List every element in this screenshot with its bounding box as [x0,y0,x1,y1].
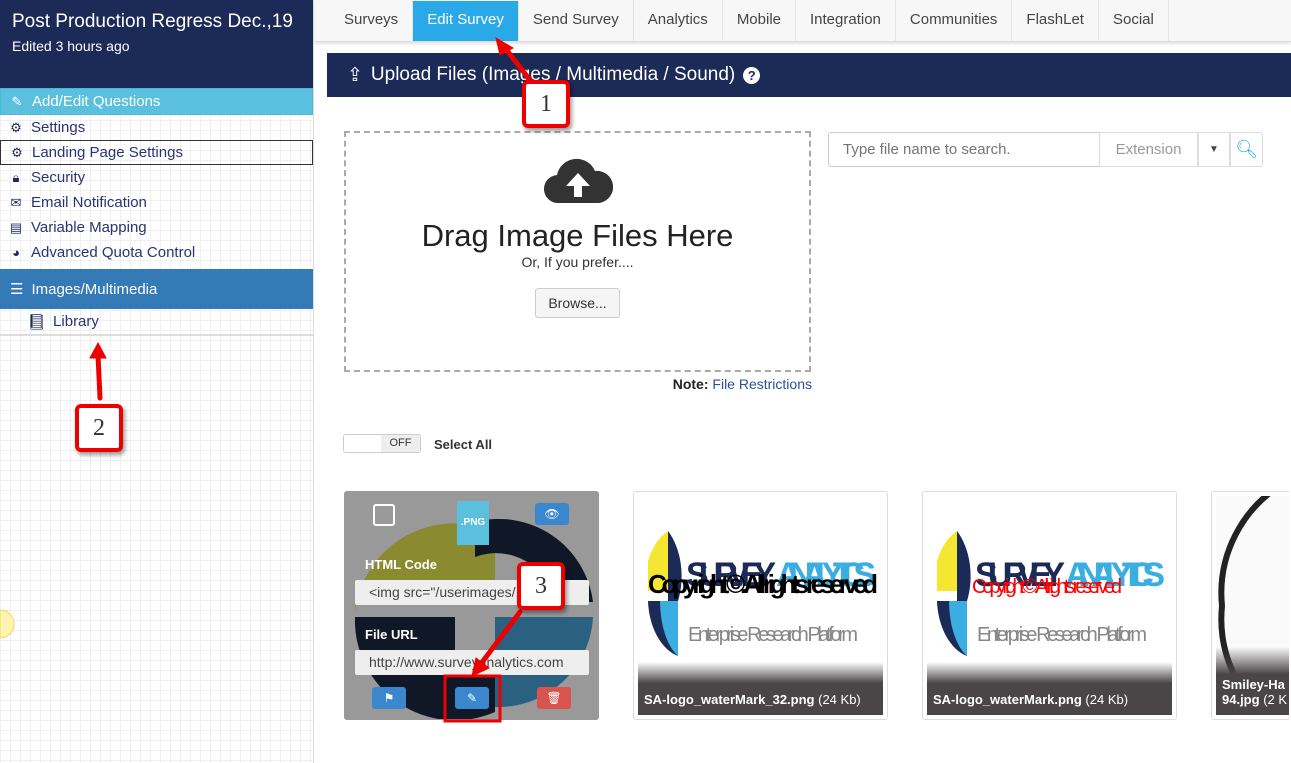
callout-3: 3 [517,562,565,610]
tab-integration[interactable]: Integration [796,0,896,41]
sidebar-section-images-multimedia[interactable]: ☰ Images/Multimedia [0,269,313,309]
sidebar-item-library[interactable]: 📘︎ Library [0,309,313,336]
checkbox[interactable] [373,504,395,526]
tab-social[interactable]: Social [1099,0,1169,41]
sidebar-item-variable-mapping[interactable]: ▤ Variable Mapping [0,215,313,240]
eye-icon: 👁︎ [544,507,560,521]
tab-analytics[interactable]: Analytics [634,0,723,41]
file-url-field[interactable]: http://www.surveyanalytics.com [355,650,589,675]
sidebar-item-label: Landing Page Settings [32,144,183,161]
sidebar-item-label: Advanced Quota Control [31,244,196,261]
table-icon: ☰ [10,281,24,298]
edit-icon: ✎ [11,93,23,109]
sidebar-item-email-notification[interactable]: ✉ Email Notification [0,190,313,215]
drop-subtitle: Or, If you prefer.... [521,254,634,270]
file-restrictions-note: Note: File Restrictions [560,376,812,392]
file-size: (24 Kb) [1085,692,1129,707]
sidebar-item-label: Add/Edit Questions [32,93,161,110]
file-card[interactable]: Smiley-Ha 94.jpg (2 K [1211,491,1289,720]
browse-button[interactable]: Browse... [535,288,620,318]
callout-1: 1 [522,80,570,128]
file-name: SA-logo_waterMark.png [933,692,1082,707]
tab-send-survey[interactable]: Send Survey [519,0,634,41]
sidebar-item-label: Settings [31,119,86,136]
drop-zone[interactable]: Drag Image Files Here Or, If you prefer.… [344,131,811,372]
extension-select[interactable]: Extension [1099,132,1198,167]
svg-text:Enterprise Research Platform: Enterprise Research Platform [977,624,1147,646]
gears-icon: ⚙ [10,119,22,135]
survey-edited: Edited 3 hours ago [12,38,130,54]
sidebar-item-label: Library [53,313,99,330]
sidebar-item-add-edit-questions[interactable]: ✎ Add/Edit Questions [0,88,313,115]
survey-header: Post Production Regress Dec.,19 Edited 3… [0,0,313,88]
edit-button[interactable]: ✎ [455,687,489,709]
search-button[interactable]: 🔍︎ [1230,132,1263,167]
svg-text:Enterprise Research Platform: Enterprise Research Platform [688,624,858,646]
file-size: (2 K [1263,692,1288,707]
flag-button[interactable]: ⚑ [372,687,406,709]
tab-flashlet[interactable]: FlashLet [1012,0,1099,41]
survey-analytics-logo: SURVEY ANALYTICS Enterprise Research Pla… [648,531,878,656]
book-icon: 📘︎ [27,313,47,331]
file-card[interactable]: SURVEY ANALYTICS Enterprise Research Pla… [922,491,1177,720]
lock-icon: 🔒︎ [12,169,20,185]
file-type-badge: .PNG [460,517,486,528]
file-caption: SA-logo_waterMark.png (24 Kb) [927,662,1172,715]
sidebar-item-security[interactable]: 🔒︎ Security [0,165,313,190]
file-restrictions-link[interactable]: File Restrictions [712,376,812,392]
sidebar-item-label: Email Notification [31,194,147,211]
chevron-down-icon[interactable]: ▼ [1198,132,1230,167]
sidebar-item-advanced-quota-control[interactable]: ◕ Advanced Quota Control [0,240,313,265]
file-size: (24 Kb) [818,692,861,707]
edit-icon: ✎ [466,691,478,705]
pie-chart-icon: ◕ [12,245,20,260]
select-all-label: Select All [434,437,493,452]
file-search-input[interactable] [828,132,1100,167]
gears-icon: ⚙ [11,144,23,160]
preview-button[interactable]: 👁︎ [535,503,569,525]
section-label: Images/Multimedia [31,280,158,298]
toggle-state: OFF [381,435,420,452]
sidebar-item-landing-page-settings[interactable]: ⚙ Landing Page Settings [0,140,313,165]
file-url-label: File URL [365,627,418,642]
file-card[interactable]: SURVEY ANALYTICS Enterprise Research Pla… [633,491,888,720]
sidebar-item-label: Security [31,169,86,186]
file-caption: SA-logo_waterMark_32.png (24 Kb) [638,662,883,715]
envelope-icon: ✉ [10,194,22,210]
file-name: SA-logo_waterMark_32.png [644,692,815,707]
search-icon: 🔍︎ [1235,139,1258,159]
svg-text:Copyright ©. All rights reserv: Copyright ©. All rights reserved [972,576,1122,598]
survey-analytics-logo: SURVEY ANALYTICS Enterprise Research Pla… [937,531,1165,656]
trash-icon: 🗑︎ [546,691,562,705]
select-all-toggle[interactable]: OFF [343,434,421,453]
help-icon[interactable]: ? [743,66,761,84]
top-nav: Surveys Edit Survey Send Survey Analytic… [315,0,1291,42]
cloud-upload-icon [543,158,613,204]
svg-text:Copyright ©. All rights reserv: Copyright ©. All rights reserved [648,569,878,599]
tab-mobile[interactable]: Mobile [723,0,796,41]
delete-button[interactable]: 🗑︎ [537,687,571,709]
callout-2: 2 [75,404,123,452]
survey-title: Post Production Regress Dec.,19 [12,11,293,32]
drop-title: Drag Image Files Here [421,218,734,253]
tab-communities[interactable]: Communities [896,0,1013,41]
upload-icon: ⇪ [347,64,363,86]
panel-header: ⇪ Upload Files (Images / Multimedia / So… [327,53,1291,97]
tab-surveys[interactable]: Surveys [330,0,414,41]
tab-edit-survey[interactable]: Edit Survey [413,1,519,41]
note-label: Note: [672,376,709,392]
flag-icon: ⚑ [383,691,395,705]
list-icon: ▤ [9,219,23,235]
html-code-label: HTML Code [365,557,437,572]
sidebar-item-settings[interactable]: ⚙ Settings [0,115,313,140]
sidebar: Post Production Regress Dec.,19 Edited 3… [0,0,314,763]
png-file-icon: .PNG [457,501,489,545]
file-caption: Smiley-Ha 94.jpg (2 K [1216,647,1289,715]
sidebar-item-label: Variable Mapping [31,219,147,236]
